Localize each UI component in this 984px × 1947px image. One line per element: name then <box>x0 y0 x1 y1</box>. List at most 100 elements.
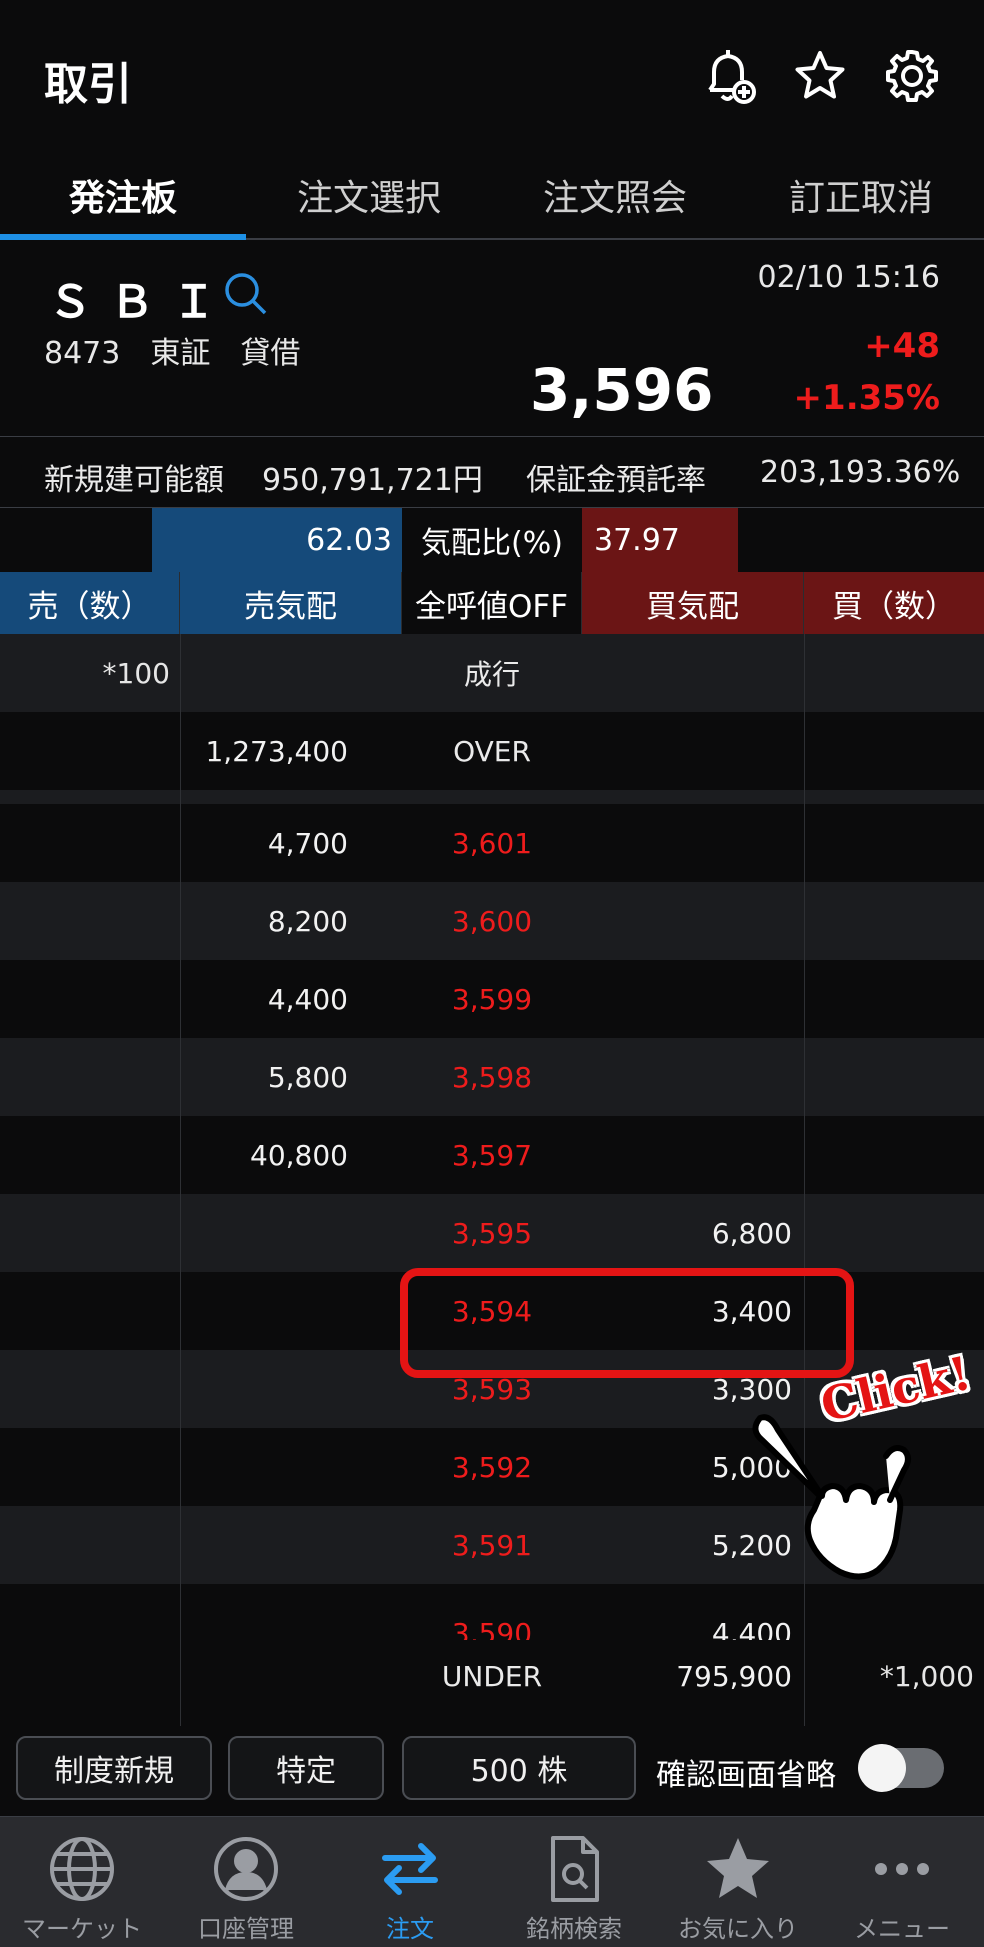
price-row[interactable]: 5,800 3,598 <box>0 1038 984 1116</box>
nav-label: メニュー <box>854 1915 950 1943</box>
nav-account[interactable]: 口座管理 <box>164 1817 328 1947</box>
col-sell-bid: 売気配 <box>180 572 402 634</box>
new-position-value: 950,791,721円 <box>262 463 483 498</box>
col-sell-qty[interactable]: 売（数） <box>0 572 180 634</box>
price-row[interactable]: 3,595 6,800 <box>0 1194 984 1272</box>
price-level[interactable]: 3,594 <box>402 1272 582 1350</box>
nav-stock-search[interactable]: 銘柄検索 <box>492 1817 656 1947</box>
price-row[interactable]: 4,700 3,601 <box>0 804 984 882</box>
nav-market[interactable]: マーケット <box>0 1817 164 1947</box>
nav-label: 口座管理 <box>198 1915 294 1943</box>
price-change-percent: +1.35% <box>793 378 940 418</box>
market-order-label: 成行 <box>463 658 520 691</box>
ratio-label: 気配比(%) <box>421 526 563 561</box>
quantity-button[interactable]: 500 株 <box>402 1736 636 1800</box>
market-order-row[interactable]: *100 成行 <box>0 634 984 712</box>
alert-add-bell-icon[interactable] <box>698 44 762 108</box>
buy-bid: 6,800 <box>711 1216 792 1250</box>
price-change: +48 <box>864 326 940 366</box>
tab-order-inquiry[interactable]: 注文照会 <box>492 150 738 240</box>
sell-bid: 8,200 <box>267 904 348 938</box>
sell-bid <box>180 1350 348 1428</box>
buy-bid: 4,400 <box>711 1616 792 1641</box>
price-row[interactable]: 8,200 3,600 <box>0 882 984 960</box>
sell-bid <box>180 1584 348 1640</box>
sell-bid <box>180 1506 348 1584</box>
over-sell-bid: 1,273,400 <box>205 734 348 768</box>
price-row[interactable]: 40,800 3,597 <box>0 1116 984 1194</box>
price-level[interactable]: 3,599 <box>402 960 582 1038</box>
under-row: UNDER 795,900 *1,000 <box>0 1640 984 1712</box>
tax-type-button[interactable]: 特定 <box>228 1736 384 1800</box>
all-ticks-toggle[interactable]: 全呼値OFF <box>402 572 582 634</box>
settings-gear-icon[interactable] <box>880 44 944 108</box>
board-column-headers: 売（数） 売気配 全呼値OFF 買気配 買（数） <box>0 572 984 634</box>
price-level[interactable]: 3,601 <box>402 804 582 882</box>
price-level[interactable]: 3,600 <box>402 882 582 960</box>
price-level[interactable]: 3,590 <box>402 1594 582 1641</box>
order-tabs: 発注板 注文選択 注文照会 訂正取消 <box>0 150 984 240</box>
bid-ask-ratio: 62.03 気配比(%) 37.97 <box>0 508 984 572</box>
buy-bid[interactable]: 3,400 <box>588 1272 792 1350</box>
nav-favorites[interactable]: お気に入り <box>656 1817 820 1947</box>
price-level[interactable]: 3,595 <box>402 1194 582 1272</box>
document-search-icon <box>536 1831 612 1907</box>
board-spacer <box>0 790 984 804</box>
buy-bid <box>588 882 792 960</box>
skip-confirm-toggle[interactable] <box>858 1744 944 1792</box>
bottom-navigation: マーケット 口座管理 注文 銘柄検索 お気に入り メニュー <box>0 1816 984 1947</box>
price-level[interactable]: 3,597 <box>402 1116 582 1194</box>
nav-menu[interactable]: メニュー <box>820 1817 984 1947</box>
column-divider <box>180 634 181 1726</box>
sell-bid <box>180 1272 348 1350</box>
order-settings-bar: 制度新規 特定 500 株 確認画面省略 <box>0 1726 984 1816</box>
price-level[interactable]: 3,593 <box>402 1350 582 1428</box>
toggle-knob <box>858 1744 906 1792</box>
search-icon[interactable] <box>220 266 276 322</box>
account-type-button[interactable]: 制度新規 <box>16 1736 212 1800</box>
price-row-highlighted[interactable]: 3,594 3,400 <box>0 1272 984 1350</box>
sell-ratio: 62.03 <box>152 508 402 572</box>
price-level[interactable]: 3,598 <box>402 1038 582 1116</box>
buy-ratio: 37.97 <box>582 508 738 572</box>
page-title: 取引 <box>44 59 132 110</box>
nav-label: 銘柄検索 <box>526 1915 622 1943</box>
price-level[interactable]: 3,591 <box>402 1506 582 1584</box>
new-position-label: 新規建可能額 <box>44 463 224 498</box>
stock-info: ＳＢＩ 8473 東証 貸借 02/10 15:16 3,596 +48 +1.… <box>0 240 984 436</box>
over-row: 1,273,400 OVER <box>0 712 984 790</box>
favorite-star-icon[interactable] <box>788 44 852 108</box>
buy-bid <box>588 960 792 1038</box>
nav-label: 注文 <box>386 1915 434 1943</box>
price-row[interactable]: 4,400 3,599 <box>0 960 984 1038</box>
tab-order-board[interactable]: 発注板 <box>0 150 246 240</box>
nav-label: マーケット <box>22 1915 142 1943</box>
tab-order-cancel[interactable]: 訂正取消 <box>738 150 984 240</box>
star-icon <box>700 1831 776 1907</box>
user-icon <box>208 1831 284 1907</box>
nav-order[interactable]: 注文 <box>328 1817 492 1947</box>
under-buy-qty[interactable]: *1,000 <box>806 1640 974 1712</box>
sell-bid: 5,800 <box>267 1060 348 1094</box>
sell-bid <box>180 1428 348 1506</box>
under-buy-bid: 795,900 <box>676 1659 792 1693</box>
market-sell-qty[interactable]: *100 <box>0 634 170 712</box>
buy-bid <box>588 804 792 882</box>
tab-order-select[interactable]: 注文選択 <box>246 150 492 240</box>
col-buy-bid: 買気配 <box>582 572 804 634</box>
buy-bid <box>588 1038 792 1116</box>
col-buy-qty[interactable]: 買（数） <box>804 572 984 634</box>
buy-bid <box>588 1116 792 1194</box>
price-level[interactable]: 3,592 <box>402 1428 582 1506</box>
sell-bid <box>180 1194 348 1272</box>
sell-bid: 4,700 <box>267 826 348 860</box>
sell-bid: 4,400 <box>267 982 348 1016</box>
quote-timestamp: 02/10 15:16 <box>757 260 940 295</box>
over-label: OVER <box>453 734 531 768</box>
pointing-hand-icon <box>740 1400 930 1600</box>
under-label: UNDER <box>441 1659 543 1693</box>
margin-info: 新規建可能額 950,791,721円 保証金預託率 203,193.36% <box>0 436 984 508</box>
nav-label: お気に入り <box>678 1915 798 1943</box>
deposit-ratio-value: 203,193.36% <box>760 455 961 490</box>
current-price: 3,596 <box>530 356 714 424</box>
